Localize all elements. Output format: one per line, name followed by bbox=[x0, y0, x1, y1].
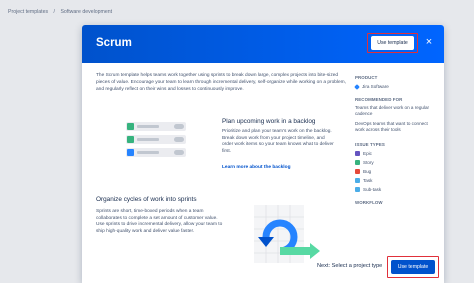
next-step-text: Next: Select a project type bbox=[317, 263, 383, 269]
issue-type-label: Story bbox=[363, 159, 374, 165]
issue-type-label: Epic bbox=[363, 150, 372, 156]
backlog-row bbox=[126, 148, 186, 157]
issue-types-heading: ISSUE TYPES bbox=[355, 141, 385, 147]
workflow-heading: WORKFLOW bbox=[355, 199, 383, 205]
recommended-item: Teams that deliver work on a regular cad… bbox=[355, 105, 430, 117]
recommended-heading: RECOMMENDED FOR bbox=[355, 97, 403, 102]
sprint-cycle-illustration bbox=[254, 205, 320, 263]
check-icon bbox=[127, 149, 134, 156]
modal-title: Scrum bbox=[96, 37, 132, 49]
subtask-icon bbox=[355, 186, 360, 192]
template-sidebar: PRODUCT Jira Software RECOMMENDED FOR Te… bbox=[354, 73, 435, 205]
epic-icon bbox=[355, 150, 360, 156]
product-name: Jira Software bbox=[362, 84, 389, 89]
backlog-learn-more-link[interactable]: Learn more about the backlog bbox=[222, 165, 291, 170]
product-row: Jira Software bbox=[354, 82, 435, 91]
bug-icon bbox=[355, 168, 360, 174]
issue-types-list: Epic Story Bug Task Sub-task bbox=[355, 149, 435, 194]
task-icon bbox=[355, 177, 360, 183]
check-icon bbox=[127, 123, 134, 130]
issue-type-label: Bug bbox=[363, 168, 372, 174]
issue-type-bug: Bug bbox=[355, 167, 435, 176]
issue-type-label: Task bbox=[363, 177, 373, 183]
product-heading: PRODUCT bbox=[355, 75, 378, 80]
issue-type-task: Task bbox=[355, 176, 435, 185]
sprints-title: Organize cycles of work into sprints bbox=[96, 196, 197, 203]
backlog-row bbox=[126, 135, 186, 144]
use-template-button-top[interactable]: Use template bbox=[371, 36, 414, 50]
issue-type-story: Story bbox=[355, 158, 435, 167]
modal-header: Scrum Use template × bbox=[82, 25, 444, 63]
jira-logo-icon bbox=[354, 83, 360, 90]
backlog-title: Plan upcoming work in a backlog bbox=[222, 118, 316, 125]
backlog-row bbox=[126, 122, 186, 131]
template-modal: Scrum Use template × The Scrum template … bbox=[82, 25, 444, 283]
backlog-text: Prioritize and plan your team's work on … bbox=[222, 129, 334, 154]
issue-type-epic: Epic bbox=[355, 149, 435, 158]
backlog-illustration bbox=[126, 122, 186, 166]
recommended-item: DevOps teams that want to connect work a… bbox=[355, 120, 428, 133]
story-icon bbox=[355, 159, 360, 165]
use-template-button-bottom[interactable]: Use template bbox=[391, 260, 435, 274]
close-icon[interactable]: × bbox=[423, 36, 435, 48]
modal-content: The Scrum template helps teams work toge… bbox=[96, 73, 346, 93]
issue-type-label: Sub-task bbox=[363, 186, 382, 192]
check-icon bbox=[127, 136, 134, 143]
issue-type-subtask: Sub-task bbox=[355, 185, 435, 194]
template-description: The Scrum template helps teams work toge… bbox=[96, 73, 347, 92]
sprints-text: Sprints are short, time-boxed periods wh… bbox=[96, 209, 223, 234]
